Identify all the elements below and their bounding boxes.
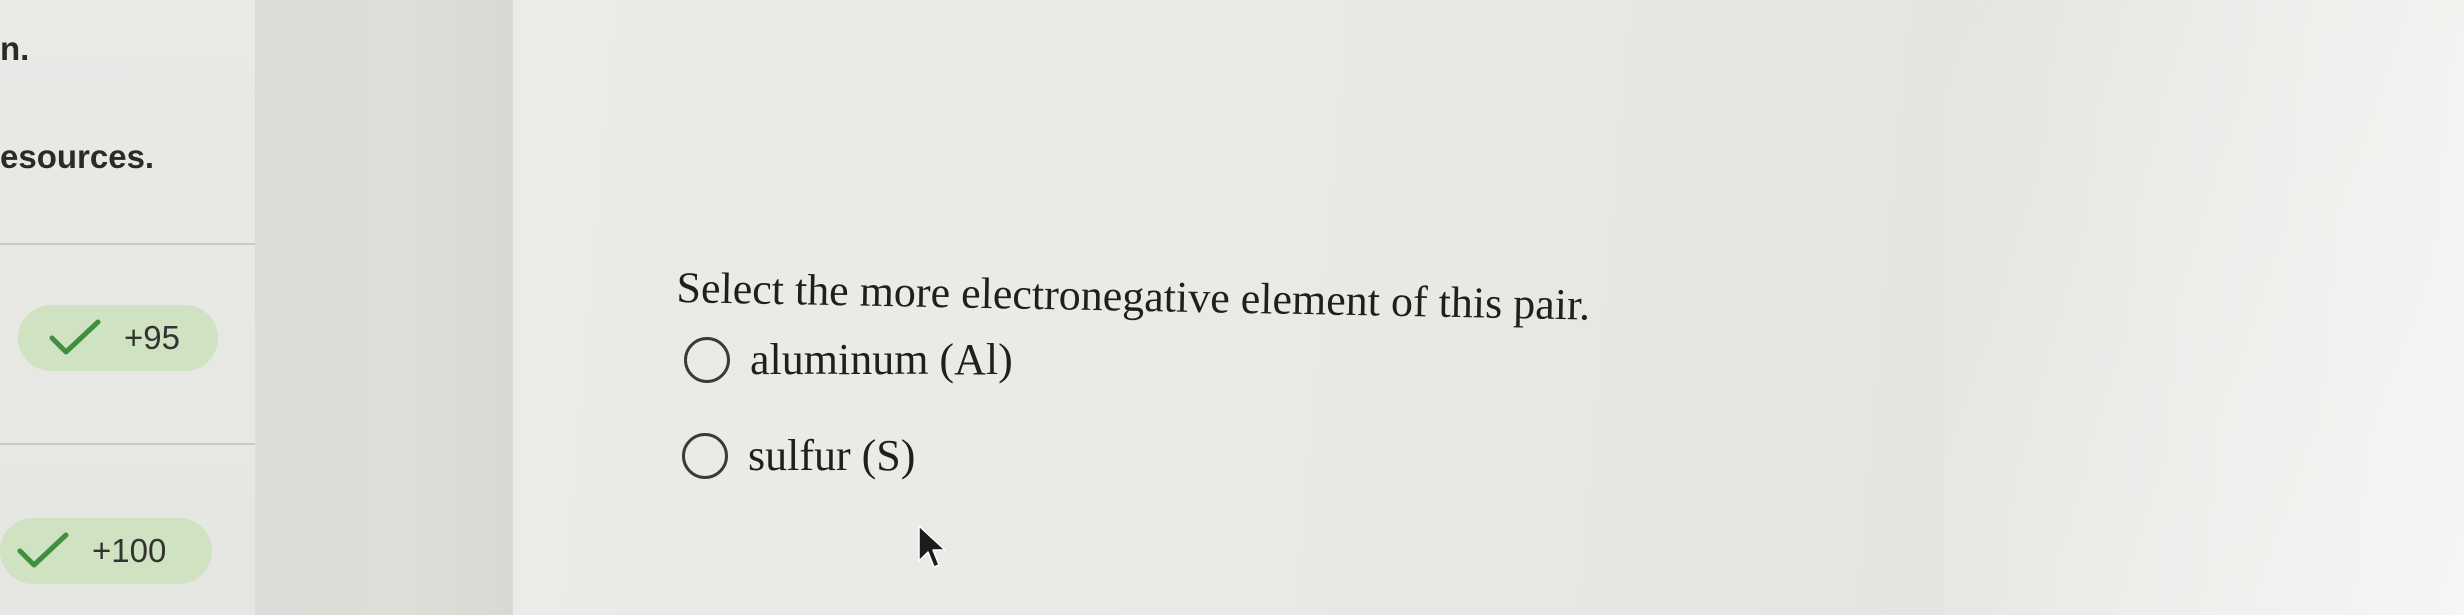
screen: n. esources. +95 +100 Select the more el… xyxy=(0,0,2464,615)
checkmark-icon xyxy=(49,319,101,355)
content-gutter xyxy=(255,0,513,615)
sidebar-divider xyxy=(0,243,255,245)
mouse-cursor-icon xyxy=(918,525,946,568)
checkmark-icon xyxy=(17,532,69,568)
sidebar-fragment-2: esources. xyxy=(0,138,155,175)
sidebar-divider xyxy=(0,443,255,445)
answer-option-label: aluminum (Al) xyxy=(750,335,1013,384)
answer-option-label: sulfur (S) xyxy=(748,431,916,480)
sidebar: n. esources. +95 +100 xyxy=(0,0,255,615)
radio-button[interactable] xyxy=(682,432,728,479)
sidebar-fragment-1: n. xyxy=(0,30,30,67)
score-badge: +95 xyxy=(18,305,218,371)
radio-button[interactable] xyxy=(684,336,730,383)
score-badge: +100 xyxy=(0,518,212,584)
score-value: +100 xyxy=(92,532,167,569)
answer-option-sulfur[interactable]: sulfur (S) xyxy=(682,430,915,481)
score-value: +95 xyxy=(124,319,180,356)
answer-option-aluminum[interactable]: aluminum (Al) xyxy=(684,334,1013,385)
